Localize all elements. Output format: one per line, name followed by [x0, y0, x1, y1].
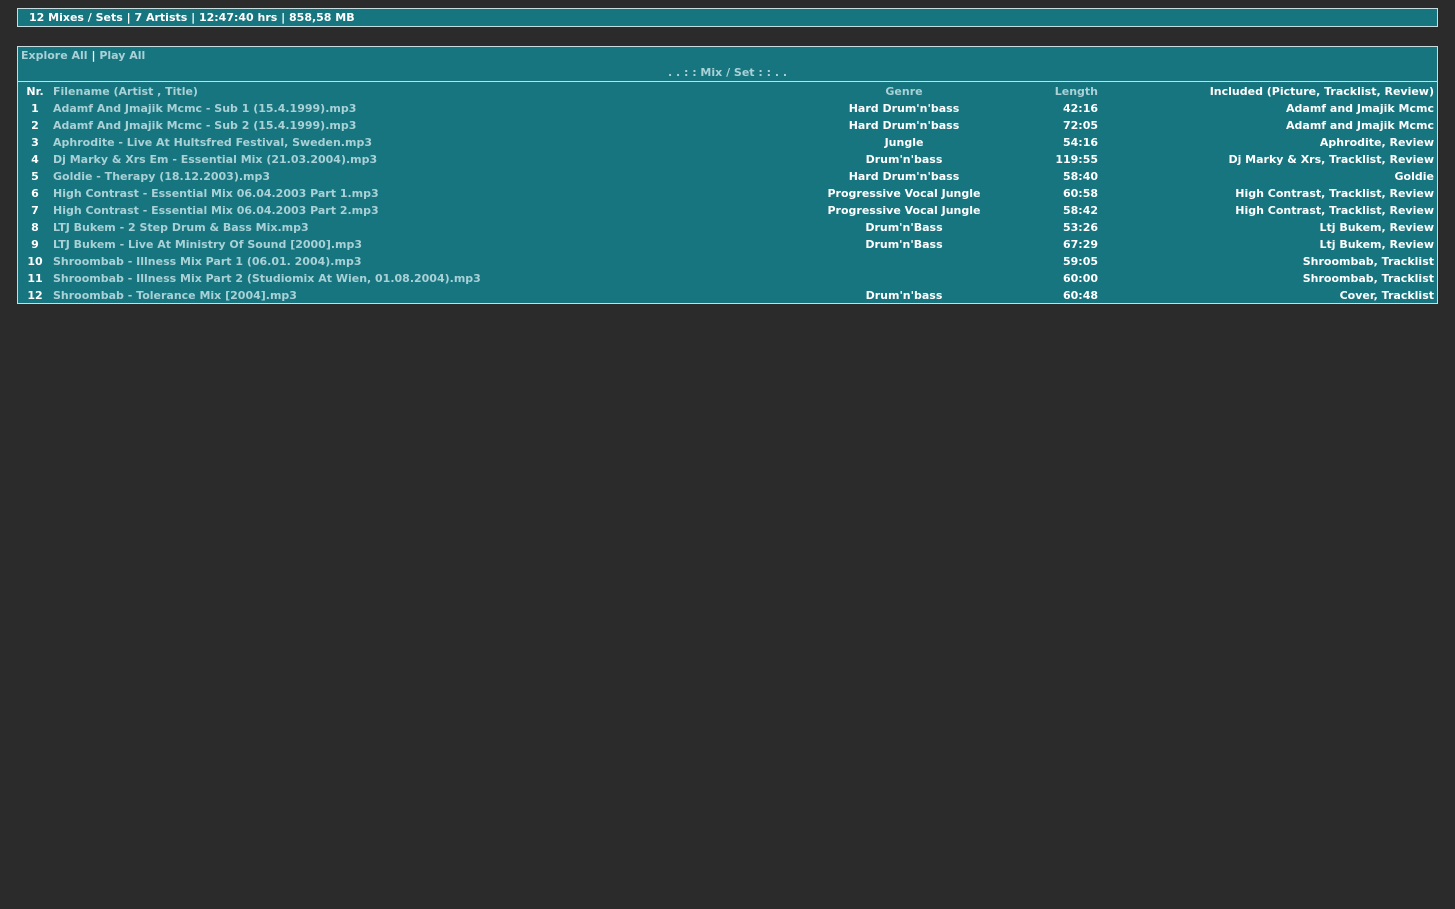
row-length: 58:42 — [1062, 204, 1098, 217]
explore-all-link[interactable]: Explore All — [21, 49, 88, 62]
row-genre: Drum'n'Bass — [865, 221, 943, 234]
row-included: High Contrast, Tracklist, Review — [1235, 187, 1434, 200]
mix-filename-link[interactable]: High Contrast - Essential Mix 06.04.2003… — [53, 202, 379, 219]
row-length: 59:05 — [1062, 255, 1098, 268]
mix-filename-link[interactable]: Dj Marky & Xrs Em - Essential Mix (21.03… — [53, 151, 377, 168]
row-included: Shroombab, Tracklist — [1302, 272, 1434, 285]
row-length: 42:16 — [1062, 102, 1098, 115]
table-row: 10 Shroombab - Illness Mix Part 1 (06.01.… — [18, 253, 1437, 270]
row-length: 60:00 — [1062, 272, 1098, 285]
row-number: 5 — [31, 170, 39, 183]
row-number: 8 — [31, 221, 39, 234]
row-length: 58:40 — [1062, 170, 1098, 183]
action-links: Explore All | Play All — [21, 49, 145, 63]
column-header-genre: Genre — [885, 85, 923, 98]
row-included: Adamf and Jmajik Mcmc — [1286, 102, 1434, 115]
mix-filename-link[interactable]: Shroombab - Tolerance Mix [2004].mp3 — [53, 287, 297, 304]
row-number: 6 — [31, 187, 39, 200]
table-row: 2 Adamf And Jmajik Mcmc - Sub 2 (15.4.199… — [18, 117, 1437, 134]
table-body: 1 Adamf And Jmajik Mcmc - Sub 1 (15.4.199… — [18, 100, 1437, 304]
section-title: . . : : Mix / Set : : . . — [18, 65, 1437, 82]
mix-table: Nr. Filename (Artist , Title) Genre Leng… — [18, 83, 1437, 304]
row-genre: Hard Drum'n'bass — [848, 119, 960, 132]
row-number: 12 — [27, 289, 43, 302]
row-number: 1 — [31, 102, 39, 115]
row-genre: Drum'n'Bass — [865, 238, 943, 251]
row-length: 60:48 — [1062, 289, 1098, 302]
row-length: 53:26 — [1062, 221, 1098, 234]
row-included: Ltj Bukem, Review — [1319, 238, 1434, 251]
mix-list-panel: Explore All | Play All . . : : Mix / Set… — [17, 46, 1438, 304]
column-header-filename: Filename (Artist , Title) — [53, 85, 198, 98]
mix-filename-link[interactable]: Goldie - Therapy (18.12.2003).mp3 — [53, 168, 270, 185]
table-row: 12 Shroombab - Tolerance Mix [2004].mp3 Dr… — [18, 287, 1437, 304]
row-length: 119:55 — [1055, 153, 1098, 166]
mix-filename-link[interactable]: Shroombab - Illness Mix Part 2 (Studiomi… — [53, 270, 481, 287]
row-included: High Contrast, Tracklist, Review — [1235, 204, 1434, 217]
table-row: 3 Aphrodite - Live At Hultsfred Festival,… — [18, 134, 1437, 151]
row-included: Ltj Bukem, Review — [1319, 221, 1434, 234]
row-genre: Drum'n'bass — [865, 289, 943, 302]
row-number: 10 — [27, 255, 43, 268]
row-number: 11 — [27, 272, 43, 285]
column-header-nr: Nr. — [26, 85, 44, 98]
row-included: Adamf and Jmajik Mcmc — [1286, 119, 1434, 132]
row-number: 7 — [31, 204, 39, 217]
table-row: 4 Dj Marky & Xrs Em - Essential Mix (21.0… — [18, 151, 1437, 168]
row-genre: Hard Drum'n'bass — [848, 170, 960, 183]
play-all-link[interactable]: Play All — [99, 49, 145, 62]
mix-filename-link[interactable]: LTJ Bukem - 2 Step Drum & Bass Mix.mp3 — [53, 219, 309, 236]
table-row: 8 LTJ Bukem - 2 Step Drum & Bass Mix.mp3 D… — [18, 219, 1437, 236]
row-genre: Progressive Vocal Jungle — [827, 204, 981, 217]
table-row: 11 Shroombab - Illness Mix Part 2 (Studio… — [18, 270, 1437, 287]
table-row: 6 High Contrast - Essential Mix 06.04.200… — [18, 185, 1437, 202]
mix-filename-link[interactable]: LTJ Bukem - Live At Ministry Of Sound [2… — [53, 236, 362, 253]
row-number: 2 — [31, 119, 39, 132]
row-included: Shroombab, Tracklist — [1302, 255, 1434, 268]
row-included: Cover, Tracklist — [1339, 289, 1434, 302]
table-row: 5 Goldie - Therapy (18.12.2003).mp3 Hard D… — [18, 168, 1437, 185]
table-header: Nr. Filename (Artist , Title) Genre Leng… — [18, 83, 1437, 100]
mix-filename-link[interactable]: Aphrodite - Live At Hultsfred Festival, … — [53, 134, 372, 151]
row-genre: Drum'n'bass — [865, 153, 943, 166]
table-row: 9 LTJ Bukem - Live At Ministry Of Sound [… — [18, 236, 1437, 253]
row-included: Aphrodite, Review — [1319, 136, 1434, 149]
column-header-length: Length — [1054, 85, 1098, 98]
action-separator: | — [91, 49, 96, 62]
row-length: 60:58 — [1062, 187, 1098, 200]
row-number: 3 — [31, 136, 39, 149]
row-genre: Hard Drum'n'bass — [848, 102, 960, 115]
mix-filename-link[interactable]: High Contrast - Essential Mix 06.04.2003… — [53, 185, 379, 202]
row-length: 54:16 — [1062, 136, 1098, 149]
table-row: 7 High Contrast - Essential Mix 06.04.200… — [18, 202, 1437, 219]
mix-filename-link[interactable]: Adamf And Jmajik Mcmc - Sub 1 (15.4.1999… — [53, 100, 356, 117]
mix-filename-link[interactable]: Shroombab - Illness Mix Part 1 (06.01. 2… — [53, 253, 361, 270]
table-row: 1 Adamf And Jmajik Mcmc - Sub 1 (15.4.199… — [18, 100, 1437, 117]
row-length: 67:29 — [1062, 238, 1098, 251]
row-genre: Progressive Vocal Jungle — [827, 187, 981, 200]
row-length: 72:05 — [1062, 119, 1098, 132]
row-included: Goldie — [1394, 170, 1434, 183]
mix-filename-link[interactable]: Adamf And Jmajik Mcmc - Sub 2 (15.4.1999… — [53, 117, 356, 134]
row-number: 4 — [31, 153, 39, 166]
row-number: 9 — [31, 238, 39, 251]
column-header-included: Included (Picture, Tracklist, Review) — [1209, 85, 1434, 98]
row-included: Dj Marky & Xrs, Tracklist, Review — [1228, 153, 1434, 166]
library-summary: 12 Mixes / Sets | 7 Artists | 12:47:40 h… — [17, 8, 1438, 27]
row-genre: Jungle — [884, 136, 924, 149]
